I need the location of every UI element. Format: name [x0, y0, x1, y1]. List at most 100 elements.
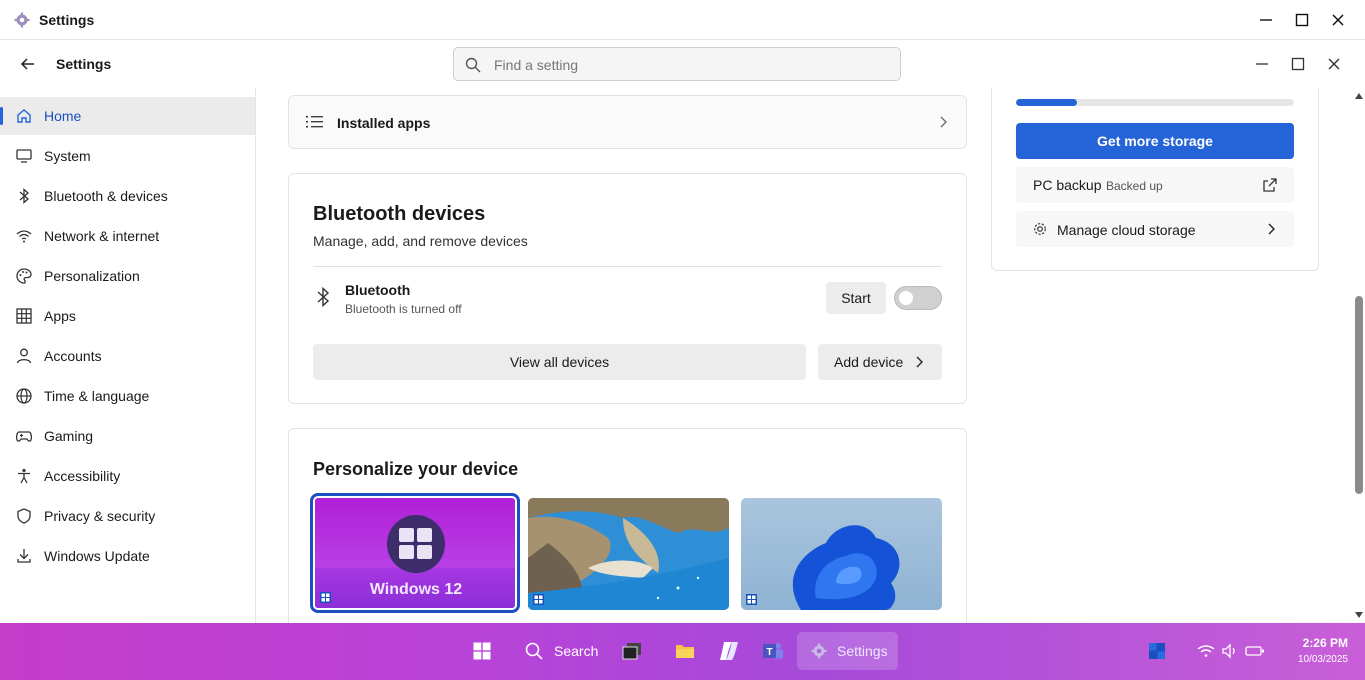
sidebar-item-label: System — [44, 148, 91, 164]
sidebar-item-windows-update[interactable]: Windows Update — [0, 537, 255, 575]
minimize-button[interactable] — [1254, 8, 1278, 32]
taskbar-search-label: Search — [554, 643, 599, 659]
sidebar-item-system[interactable]: System — [0, 137, 255, 175]
copilot-icon — [720, 642, 738, 660]
storage-card: Get more storage PC backup Backed up Man… — [991, 88, 1319, 271]
teams-icon: T — [763, 643, 783, 659]
sidebar-item-label: Accessibility — [44, 468, 121, 484]
sidebar-item-home[interactable]: Home — [0, 97, 255, 135]
taskbar-clock[interactable]: 2:26 PM 10/03/2025 — [1280, 636, 1348, 665]
inner-close-button[interactable] — [1322, 52, 1346, 76]
minimize-icon — [1260, 19, 1272, 21]
sidebar: Home System Bluetooth & devices Network … — [0, 88, 256, 623]
sidebar-item-accounts[interactable]: Accounts — [0, 337, 255, 375]
sidebar-item-label: Gaming — [44, 428, 94, 444]
task-view-button[interactable] — [616, 632, 648, 670]
battery-icon — [1245, 646, 1264, 656]
wallpaper-thumb-windows-12[interactable]: Windows 12 — [310, 493, 520, 613]
get-more-storage-button[interactable]: Get more storage — [1016, 123, 1294, 159]
manage-cloud-storage-row[interactable]: Manage cloud storage — [1016, 211, 1294, 247]
page-title: Settings — [56, 56, 112, 72]
close-icon — [1332, 14, 1344, 26]
settings-header: Settings — [0, 40, 1365, 88]
installed-apps-row[interactable]: Installed apps — [288, 95, 967, 149]
sidebar-item-label: Time & language — [44, 388, 150, 404]
scrollbar-thumb[interactable] — [1355, 296, 1363, 494]
window-title: Settings — [39, 12, 95, 28]
manage-cloud-storage-label: Manage cloud storage — [1057, 222, 1196, 238]
sidebar-item-privacy[interactable]: Privacy & security — [0, 497, 255, 535]
widget-button[interactable] — [1144, 632, 1170, 670]
external-link-icon — [1263, 178, 1277, 192]
start-button[interactable] — [466, 632, 498, 670]
copilot-button[interactable] — [712, 632, 746, 670]
sidebar-item-bluetooth[interactable]: Bluetooth & devices — [0, 177, 255, 215]
wallpaper-thumb-beach[interactable] — [528, 498, 729, 610]
widget-square-icon — [1149, 643, 1165, 659]
vertical-scrollbar[interactable] — [1353, 88, 1365, 623]
sidebar-item-label: Network & internet — [44, 228, 160, 244]
bluetooth-card-title: Bluetooth devices — [313, 203, 486, 225]
bluetooth-devices-card: Bluetooth devices Manage, add, and remov… — [288, 173, 967, 404]
inner-maximize-button[interactable] — [1286, 52, 1310, 76]
sidebar-item-personalization[interactable]: Personalization — [0, 257, 255, 295]
search-icon — [525, 642, 543, 660]
volume-button[interactable] — [1220, 632, 1240, 670]
view-all-devices-button[interactable]: View all devices — [313, 344, 806, 380]
bluetooth-card-subtitle: Manage, add, and remove devices — [313, 233, 528, 249]
wifi-icon — [1197, 645, 1215, 657]
add-device-button[interactable]: Add device — [818, 344, 942, 380]
teams-button[interactable]: T — [757, 632, 789, 670]
sidebar-item-gaming[interactable]: Gaming — [0, 417, 255, 455]
wallpaper-thumb-bloom[interactable] — [741, 498, 942, 610]
search-icon — [465, 57, 481, 73]
file-explorer-button[interactable] — [669, 632, 701, 670]
windows-12-wallpaper-icon: Windows 12 — [315, 498, 515, 608]
storage-progress-fill — [1016, 99, 1078, 106]
sidebar-item-label: Accounts — [44, 348, 102, 364]
globe-icon — [16, 388, 32, 404]
sidebar-item-label: Personalization — [44, 268, 140, 284]
battery-button[interactable] — [1244, 632, 1266, 670]
search-box[interactable] — [453, 47, 901, 81]
close-button[interactable] — [1326, 8, 1350, 32]
inner-minimize-button[interactable] — [1250, 52, 1274, 76]
person-icon — [16, 348, 32, 364]
windows-logo-icon — [746, 594, 757, 605]
windows-logo-icon — [473, 642, 491, 660]
bluetooth-status: Bluetooth is turned off — [345, 302, 462, 316]
pc-backup-row[interactable]: PC backup Backed up — [1016, 167, 1294, 203]
sidebar-item-apps[interactable]: Apps — [0, 297, 255, 335]
back-button[interactable] — [16, 54, 40, 74]
taskbar-search[interactable]: Search — [518, 632, 600, 670]
list-icon — [306, 116, 323, 128]
volume-icon — [1222, 643, 1235, 659]
chevron-right-icon — [1268, 223, 1275, 235]
windows-logo-icon — [320, 592, 331, 603]
search-input[interactable] — [494, 55, 884, 75]
maximize-icon — [1295, 13, 1309, 27]
scroll-down-arrow-icon[interactable] — [1355, 611, 1363, 619]
bluetooth-toggle[interactable] — [894, 286, 942, 310]
wifi-status-button[interactable] — [1196, 632, 1216, 670]
clock-time: 2:26 PM — [1302, 636, 1348, 650]
wifi-icon — [16, 230, 32, 243]
sidebar-item-time-language[interactable]: Time & language — [0, 377, 255, 415]
chevron-right-icon — [916, 356, 923, 368]
maximize-button[interactable] — [1290, 8, 1314, 32]
settings-gear-icon — [811, 643, 827, 659]
personalize-title: Personalize your device — [313, 459, 519, 479]
bluetooth-name: Bluetooth — [345, 282, 411, 298]
home-icon — [17, 109, 31, 123]
taskbar-settings-app[interactable]: Settings — [797, 632, 898, 670]
divider — [313, 266, 942, 267]
clock-date: 10/03/2025 — [1297, 654, 1348, 665]
folder-icon — [676, 645, 694, 658]
main-content: Installed apps Bluetooth devices Manage,… — [256, 88, 1353, 623]
monitor-icon — [16, 149, 32, 163]
sidebar-item-network[interactable]: Network & internet — [0, 217, 255, 255]
start-button[interactable]: Start — [826, 282, 886, 314]
sidebar-item-accessibility[interactable]: Accessibility — [0, 457, 255, 495]
sidebar-item-label: Apps — [44, 308, 76, 324]
scroll-up-arrow-icon[interactable] — [1355, 92, 1363, 100]
